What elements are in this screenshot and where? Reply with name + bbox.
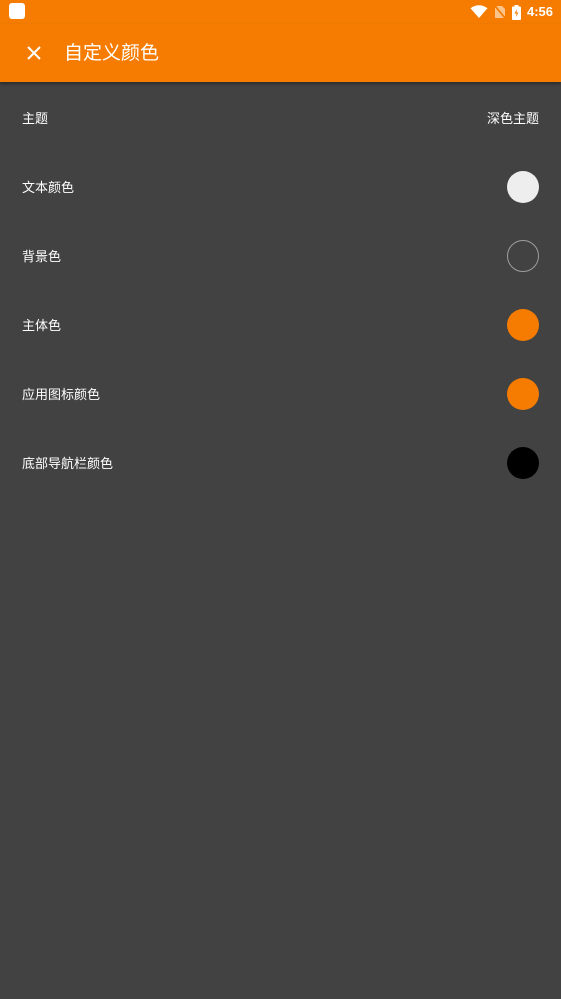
no-sim-icon <box>493 5 506 19</box>
status-bar: 4:56 <box>0 0 561 24</box>
nav-bar-color-setting[interactable]: 底部导航栏颜色 <box>0 428 561 497</box>
close-button[interactable] <box>13 32 55 74</box>
page-title: 自定义颜色 <box>64 42 160 64</box>
app-icon-color-swatch[interactable] <box>507 377 539 410</box>
primary-color-setting[interactable]: 主体色 <box>0 290 561 359</box>
background-color-swatch[interactable] <box>507 239 539 272</box>
text-color-setting[interactable]: 文本颜色 <box>0 152 561 221</box>
primary-color-label: 主体色 <box>22 319 62 334</box>
theme-setting[interactable]: 主题 深色主题 <box>0 82 561 152</box>
settings-list: 主题 深色主题 文本颜色 背景色 主体色 应用图标颜色 底部导航栏颜色 <box>0 82 561 497</box>
battery-charging-icon <box>511 4 521 20</box>
background-color-label: 背景色 <box>22 250 62 265</box>
app-icon-color-setting[interactable]: 应用图标颜色 <box>0 359 561 428</box>
theme-label: 主题 <box>22 111 49 127</box>
app-bar: 自定义颜色 <box>0 24 561 82</box>
app-icon-color-label: 应用图标颜色 <box>22 388 101 403</box>
primary-color-swatch[interactable] <box>507 308 539 341</box>
status-time: 4:56 <box>526 4 553 19</box>
wifi-icon <box>470 5 488 19</box>
app-notification-icon <box>9 3 25 19</box>
background-color-setting[interactable]: 背景色 <box>0 221 561 290</box>
status-icons: 4:56 <box>470 0 553 24</box>
nav-bar-color-swatch[interactable] <box>507 446 539 479</box>
nav-bar-color-label: 底部导航栏颜色 <box>22 457 114 472</box>
close-icon <box>27 46 41 60</box>
theme-value: 深色主题 <box>486 111 539 127</box>
text-color-label: 文本颜色 <box>22 181 75 196</box>
text-color-swatch[interactable] <box>507 170 539 203</box>
